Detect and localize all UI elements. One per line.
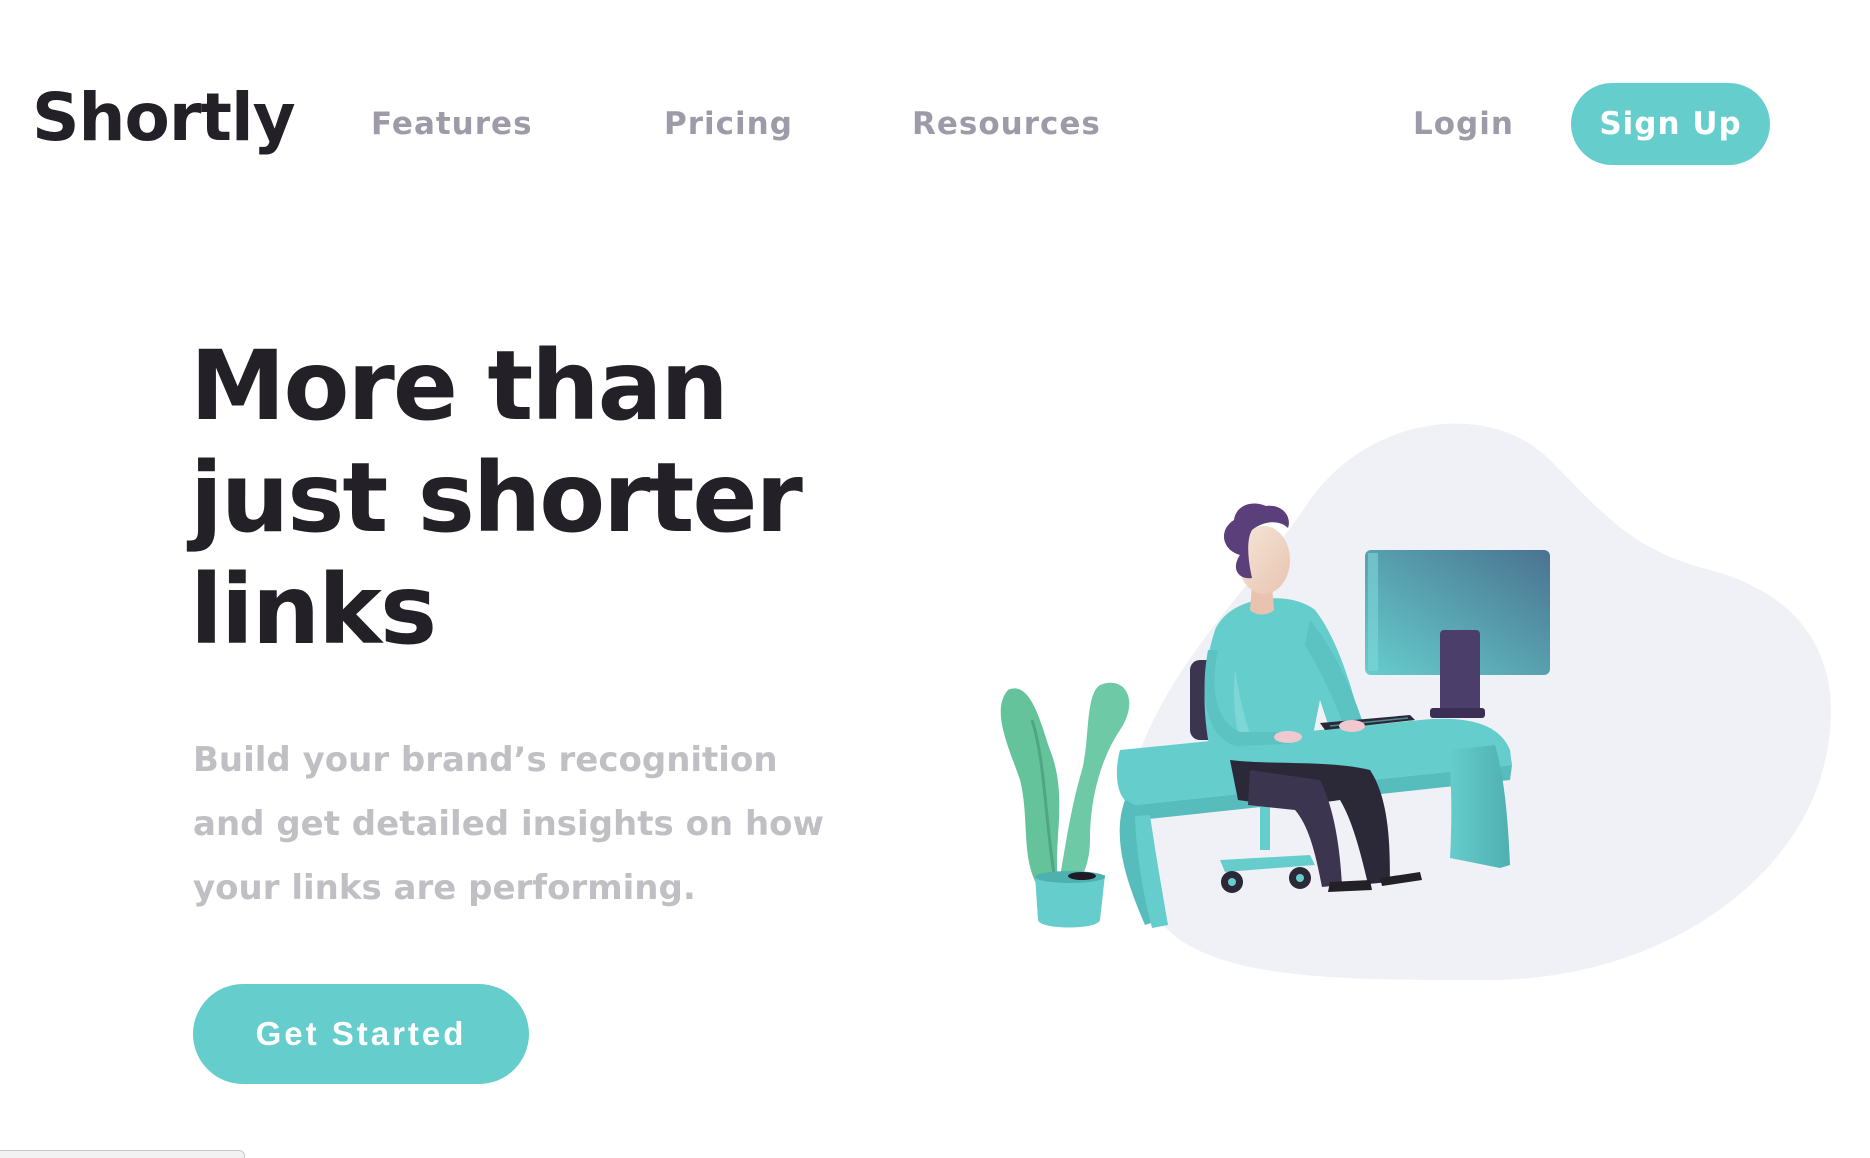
get-started-button[interactable]: Get Started (193, 984, 529, 1084)
hero-description-line: Build your brand’s recognition (193, 740, 778, 780)
login-link[interactable]: Login (1413, 104, 1514, 144)
shortly-logo[interactable]: Shortly (32, 78, 296, 158)
hero-title-line: just shorter (190, 442, 803, 554)
nav-link-resources[interactable]: Resources (912, 104, 1101, 144)
nav-link-features[interactable]: Features (371, 104, 533, 144)
landing-page: Shortly Features Pricing Resources Login… (0, 0, 1870, 1158)
hero-description-line: and get detailed insights on how (193, 804, 824, 844)
hero-title: More than just shorter links (190, 330, 890, 666)
hero-title-line: More than (190, 330, 729, 442)
site-header: Shortly Features Pricing Resources Login… (0, 0, 1870, 250)
hero-description: Build your brand’s recognition and get d… (193, 728, 873, 920)
hero-description-line: your links are performing. (193, 868, 696, 908)
sign-up-button[interactable]: Sign Up (1571, 83, 1770, 165)
hero-title-line: links (190, 554, 437, 666)
working-person-illustration (990, 420, 1850, 1000)
plant-icon (1000, 682, 1130, 928)
nav-link-pricing[interactable]: Pricing (664, 104, 793, 144)
browser-status-bar (0, 1150, 245, 1158)
